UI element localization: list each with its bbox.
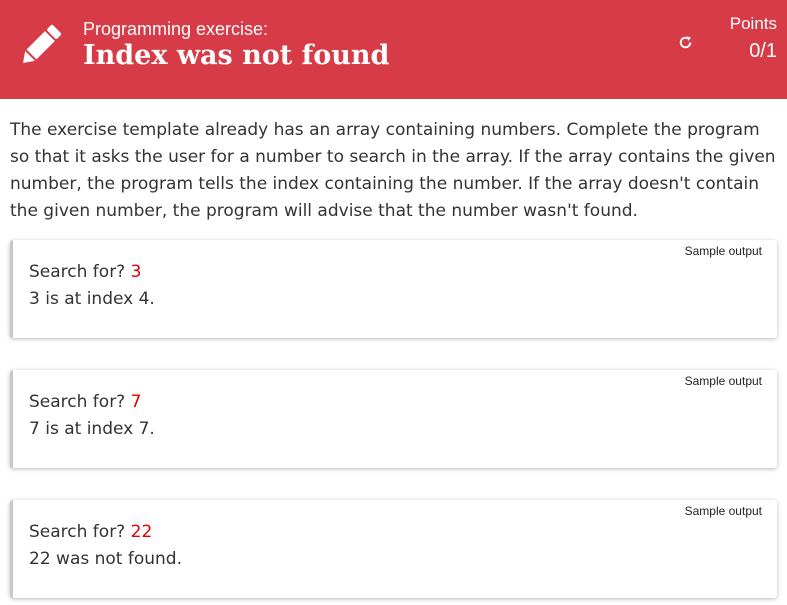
sample-output-label: Sample output: [684, 244, 762, 258]
sample-output-card: Sample output Search for? 22 22 was not …: [10, 500, 777, 598]
points-label: Points: [729, 14, 777, 33]
points-value: 0/1: [749, 40, 777, 62]
sample-prompt-line: Search for? 22: [29, 522, 152, 542]
sample-prompt: Search for?: [29, 262, 131, 282]
refresh-icon[interactable]: [677, 34, 694, 51]
sample-user-input: 7: [130, 392, 142, 412]
sample-prompt: Search for?: [29, 392, 131, 412]
exercise-header: Programming exercise: Index was not foun…: [0, 0, 787, 99]
sample-output-label: Sample output: [684, 374, 762, 388]
exercise-type-label: Programming exercise:: [83, 19, 269, 39]
sample-prompt-line: Search for? 7: [29, 392, 141, 412]
sample-user-input: 3: [130, 262, 142, 282]
sample-result: 22 was not found.: [29, 549, 182, 569]
sample-output-card: Sample output Search for? 7 7 is at inde…: [10, 370, 777, 468]
sample-prompt-line: Search for? 3: [29, 262, 141, 282]
sample-result: 7 is at index 7.: [29, 419, 155, 439]
sample-prompt: Search for?: [29, 522, 131, 542]
sample-user-input: 22: [130, 522, 153, 542]
pencil-icon: [23, 24, 62, 63]
sample-output-label: Sample output: [684, 504, 762, 518]
exercise-title: Index was not found: [83, 40, 390, 71]
sample-output-card: Sample output Search for? 3 3 is at inde…: [10, 240, 777, 338]
exercise-description: The exercise template already has an arr…: [10, 120, 776, 221]
sample-result: 3 is at index 4.: [29, 289, 155, 309]
